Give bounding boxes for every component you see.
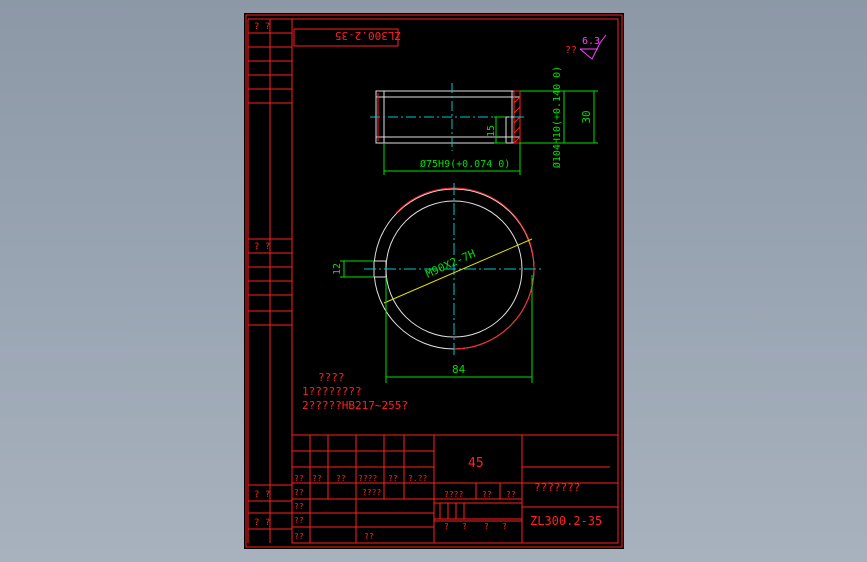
strip-label-mid: ? ? — [254, 242, 270, 252]
dim-width: 84 — [452, 363, 466, 376]
tb-left-label-2: ?? — [294, 516, 304, 525]
tb-row-label-3: ???? — [358, 474, 377, 483]
tb-mid-label-1: ?? — [482, 490, 492, 499]
drawing-number: ZL300.2-35 — [530, 514, 602, 528]
tb-bottom-label-3: ? — [502, 522, 507, 531]
tb-row-label-0: ?? — [294, 474, 304, 483]
roughness-value: 6.3 — [582, 36, 600, 47]
tb-left-label-3: ?? — [294, 532, 304, 541]
roughness-prefix: ?? — [565, 45, 577, 56]
top-view: M90X2-7H 12 84 — [332, 183, 544, 383]
tb-aux-label: ???? — [362, 488, 381, 497]
tb-row-label-4: ?? — [388, 474, 398, 483]
dim-depth: 15 — [486, 125, 497, 137]
tb-left-label-0: ?? — [294, 488, 304, 497]
tb-row-label-1: ?? — [312, 474, 322, 483]
notes-title: ???? — [318, 371, 345, 384]
material-value: 45 — [468, 456, 484, 471]
tb-sheet-label: ?? — [364, 532, 374, 541]
notes-line1: 1???????? — [302, 385, 362, 398]
tb-bottom-label-1: ? — [462, 522, 467, 531]
tb-bottom-label-2: ? — [484, 522, 489, 531]
cad-drawing: ? ? ? ? ? ? ? ? ZL300.2-35 ?? 6.3 30 Ø10… — [245, 14, 623, 548]
tb-mid-label-0: ???? — [444, 490, 463, 499]
inner-frame — [291, 18, 619, 544]
dim-thread: M90X2-7H — [424, 247, 478, 280]
section-dimensions: 30 Ø104H10(+0.140 0) 15 Ø75H9(+0.074 0) — [383, 66, 598, 175]
tb-left-label-1: ?? — [294, 502, 304, 511]
dim-bore-diameter: Ø75H9(+0.074 0) — [420, 158, 510, 170]
dim-slot: 12 — [332, 263, 343, 275]
tb-row-label-2: ?? — [336, 474, 346, 483]
strip-label-bot2: ? ? — [254, 518, 270, 528]
strip-label-top: ? ? — [254, 22, 270, 32]
dim-height: 30 — [580, 110, 593, 123]
drawing-sheet: ? ? ? ? ? ? ? ? ZL300.2-35 ?? 6.3 30 Ø10… — [244, 13, 624, 549]
tb-bottom-label-0: ? — [444, 522, 449, 531]
dim-outer-diameter: Ø104H10(+0.140 0) — [551, 66, 563, 168]
tb-row-label-5: ?.?? — [408, 474, 427, 483]
notes-line2: 2?????HB217~255? — [302, 399, 408, 412]
tb-mid-label-2: ?? — [506, 490, 516, 499]
strip-label-bot1: ? ? — [254, 490, 270, 500]
part-name: ??????? — [534, 481, 580, 494]
part-code-mirrored: ZL300.2-35 — [335, 29, 401, 42]
